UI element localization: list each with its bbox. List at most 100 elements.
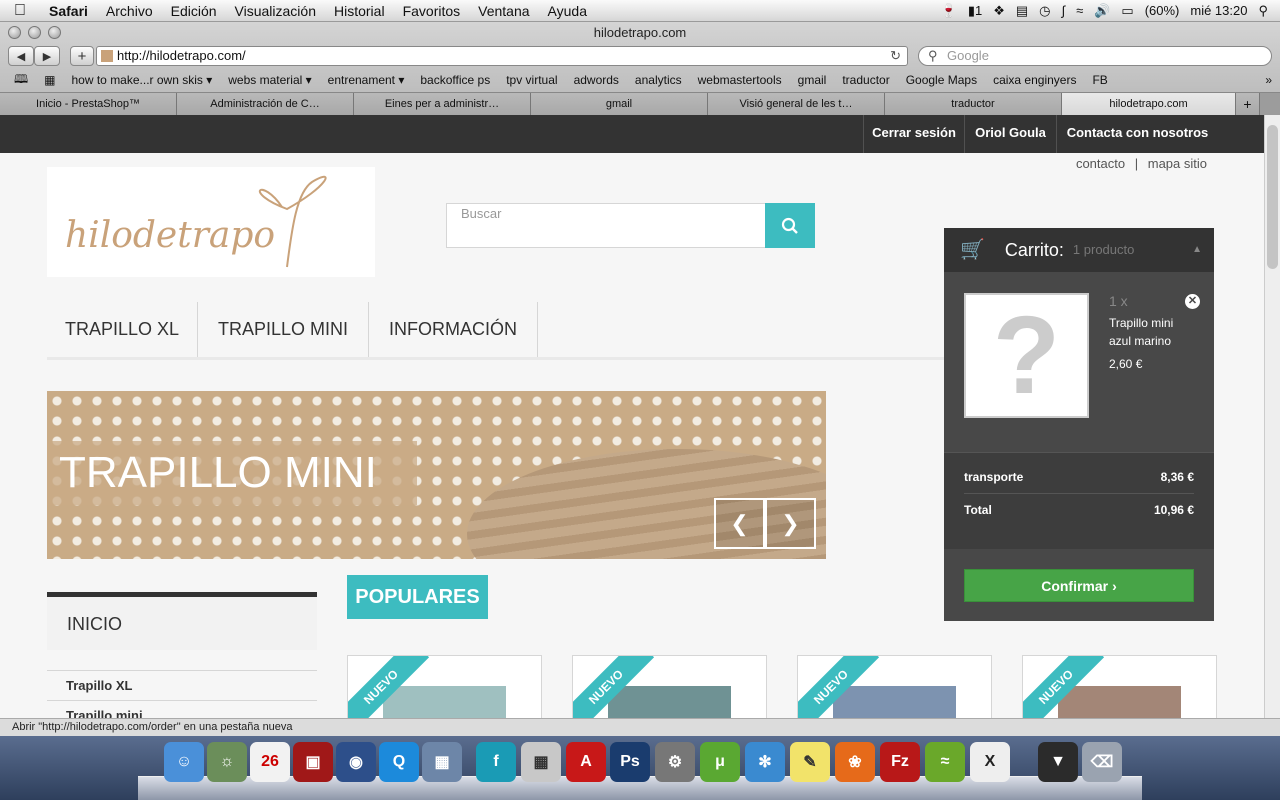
add-bookmark-button[interactable]: + xyxy=(70,46,94,66)
bookmark-item[interactable]: webmastertools xyxy=(690,73,790,87)
confirm-button[interactable]: Confirmar › xyxy=(964,569,1194,602)
bookmark-item[interactable]: adwords xyxy=(566,73,627,87)
tab-traductor[interactable]: traductor xyxy=(885,93,1062,115)
reload-icon[interactable]: ↻ xyxy=(890,47,901,65)
contact-us-link[interactable]: Contacta con nosotros xyxy=(1056,115,1218,153)
spaces-indicator[interactable]: ▮1 xyxy=(968,3,982,19)
bookmark-item[interactable]: traductor xyxy=(834,73,897,87)
bluetooth-icon[interactable]: ∫ xyxy=(1062,3,1066,18)
tab-populares[interactable]: POPULARES xyxy=(347,575,488,619)
product-image[interactable] xyxy=(833,686,956,718)
nav-trapillo-mini[interactable]: TRAPILLO MINI xyxy=(198,302,369,357)
slider-prev-button[interactable]: ❮ xyxy=(714,498,765,549)
bookmark-item[interactable]: FB xyxy=(1084,73,1115,87)
bookmark-item[interactable]: gmail xyxy=(790,73,835,87)
tab-gmail[interactable]: gmail xyxy=(531,93,708,115)
sitemap-link[interactable]: mapa sitio xyxy=(1148,156,1207,171)
menubar-clock[interactable]: mié 13:20 xyxy=(1190,3,1247,18)
photoshop-icon[interactable]: Ps xyxy=(610,742,650,782)
menu-ayuda[interactable]: Ayuda xyxy=(539,3,596,19)
menu-archivo[interactable]: Archivo xyxy=(97,3,162,19)
logout-link[interactable]: Cerrar sesión xyxy=(863,115,964,153)
dropbox-icon[interactable]: ❖ xyxy=(993,3,1005,19)
contact-link[interactable]: contacto xyxy=(1076,156,1125,171)
bookmark-item[interactable]: how to make...r own skis ▾ xyxy=(64,73,221,87)
tab-hilodetrapo[interactable]: hilodetrapo.com xyxy=(1062,93,1236,115)
site-search-button[interactable] xyxy=(765,203,815,248)
quicktime-icon[interactable]: Q xyxy=(379,742,419,782)
product-card[interactable]: NUEVO xyxy=(572,655,767,718)
menu-historial[interactable]: Historial xyxy=(325,3,394,19)
sidebar-heading[interactable]: INICIO xyxy=(47,592,317,650)
x11-icon[interactable]: X xyxy=(970,742,1010,782)
hero-slider[interactable]: TRAPILLO MINI ❮ ❯ xyxy=(47,391,826,559)
scrollbar-thumb[interactable] xyxy=(1267,125,1278,269)
wine-glass-icon[interactable]: 🍷 xyxy=(941,3,957,19)
menu-visualizacion[interactable]: Visualización xyxy=(226,3,325,19)
preview-icon[interactable]: ▦ xyxy=(422,742,462,782)
reading-list-icon[interactable]: 🕮 xyxy=(6,70,36,91)
forward-button[interactable]: ▶ xyxy=(34,46,60,66)
nav-informacion[interactable]: INFORMACIÓN xyxy=(369,302,538,357)
calculator-icon[interactable]: ▦ xyxy=(521,742,561,782)
bookmark-item[interactable]: caixa enginyers xyxy=(985,73,1084,87)
back-button[interactable]: ◀ xyxy=(8,46,34,66)
safari-icon[interactable]: ✻ xyxy=(745,742,785,782)
address-bar[interactable]: http://hilodetrapo.com/ ↻ xyxy=(96,46,908,66)
menu-edicion[interactable]: Edición xyxy=(162,3,226,19)
product-card[interactable]: NUEVO xyxy=(797,655,992,718)
caret-up-icon[interactable]: ▲ xyxy=(1192,229,1202,271)
minimize-window-button[interactable] xyxy=(28,26,41,39)
flash-icon[interactable]: f xyxy=(476,742,516,782)
volume-icon[interactable]: 🔊 xyxy=(1094,3,1110,19)
tab-eines[interactable]: Eines per a administr… xyxy=(354,93,531,115)
photo-booth-icon[interactable]: ▣ xyxy=(293,742,333,782)
downloads-stack-icon[interactable]: ▼ xyxy=(1038,742,1078,782)
ical-icon[interactable]: 26 xyxy=(250,742,290,782)
spotify-icon[interactable]: ≈ xyxy=(925,742,965,782)
cart-header[interactable]: 🛒 Carrito: 1 producto ▲ xyxy=(944,228,1214,272)
apple-menu-icon[interactable]:  xyxy=(0,2,40,20)
menu-safari[interactable]: Safari xyxy=(40,3,97,19)
finder-icon[interactable]: ☺ xyxy=(164,742,204,782)
utorrent-icon[interactable]: μ xyxy=(700,742,740,782)
iphoto-icon[interactable]: ☼ xyxy=(207,742,247,782)
sidebar-item-trapillo-xl[interactable]: Trapillo XL xyxy=(47,670,317,700)
tab-prestashop[interactable]: Inicio - PrestaShop™ xyxy=(0,93,177,115)
dvd-player-icon[interactable]: ◉ xyxy=(336,742,376,782)
filezilla-icon[interactable]: Fz xyxy=(880,742,920,782)
app-status-icon[interactable]: ▤ xyxy=(1016,3,1028,19)
time-machine-icon[interactable]: ◷ xyxy=(1039,3,1050,19)
battery-icon[interactable]: ▭ xyxy=(1121,3,1133,19)
trash-icon[interactable]: ⌫ xyxy=(1082,742,1122,782)
spotlight-icon[interactable]: ⚲ xyxy=(1258,3,1268,19)
bookmark-item[interactable]: tpv virtual xyxy=(498,73,565,87)
nav-trapillo-xl[interactable]: TRAPILLO XL xyxy=(47,302,198,357)
wifi-icon[interactable]: ≈ xyxy=(1076,3,1083,18)
bookmark-item[interactable]: Google Maps xyxy=(898,73,985,87)
bookmark-item[interactable]: entrenament ▾ xyxy=(320,73,413,87)
bookmark-item[interactable]: analytics xyxy=(627,73,690,87)
bookmarks-overflow-icon[interactable]: » xyxy=(1257,73,1280,87)
zoom-window-button[interactable] xyxy=(48,26,61,39)
product-image[interactable] xyxy=(1058,686,1181,718)
product-image[interactable] xyxy=(383,686,506,718)
remove-item-icon[interactable]: ✕ xyxy=(1185,294,1200,309)
cart-item-image[interactable]: ? xyxy=(964,293,1089,418)
bookmark-item[interactable]: webs material ▾ xyxy=(220,73,319,87)
product-card[interactable]: NUEVO xyxy=(347,655,542,718)
product-image[interactable] xyxy=(608,686,731,718)
sidebar-item-trapillo-mini[interactable]: Trapillo mini xyxy=(47,700,317,718)
firefox-icon[interactable]: ❀ xyxy=(835,742,875,782)
new-tab-button[interactable]: + xyxy=(1236,93,1260,115)
stickies-icon[interactable]: ✎ xyxy=(790,742,830,782)
close-window-button[interactable] xyxy=(8,26,21,39)
tab-administracion[interactable]: Administración de C… xyxy=(177,93,354,115)
product-card[interactable]: NUEVO xyxy=(1022,655,1217,718)
tab-visio-general[interactable]: Visió general de les t… xyxy=(708,93,885,115)
top-sites-icon[interactable]: ▦ xyxy=(36,73,63,87)
account-link[interactable]: Oriol Goula xyxy=(964,115,1056,153)
system-preferences-icon[interactable]: ⚙ xyxy=(655,742,695,782)
slider-next-button[interactable]: ❯ xyxy=(765,498,816,549)
site-logo[interactable]: hilodetrapo xyxy=(47,167,375,277)
